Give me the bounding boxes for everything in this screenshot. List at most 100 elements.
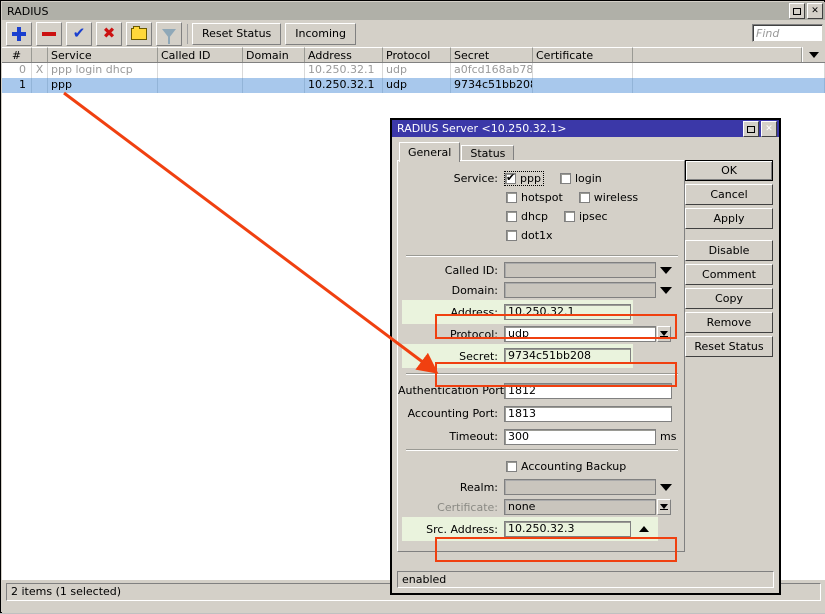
checkbox-icon: [506, 211, 517, 222]
checkbox-icon: [505, 171, 516, 185]
domain-input[interactable]: [504, 282, 656, 298]
certificate-dropdown-button[interactable]: [657, 499, 671, 515]
filter-button[interactable]: [156, 21, 182, 46]
cell-address: 10.250.32.1: [305, 63, 383, 78]
disable-button[interactable]: Disable: [685, 240, 773, 261]
filter-icon: [162, 29, 176, 44]
column-header-domain[interactable]: Domain: [243, 47, 305, 62]
cell-secret: 9734c51bb208: [451, 78, 533, 93]
maximize-icon: [793, 7, 801, 15]
cell-spacer: [633, 78, 825, 93]
service-dot1x-checkbox[interactable]: dot1x: [504, 229, 553, 242]
divider: [406, 449, 678, 451]
remove-button[interactable]: Remove: [685, 312, 773, 333]
cell-domain: [243, 78, 305, 93]
column-header-certificate[interactable]: Certificate: [533, 47, 633, 62]
accounting-backup-label: Accounting Backup: [521, 459, 627, 473]
domain-row: Domain:: [398, 280, 684, 300]
comment-button[interactable]: Comment: [685, 264, 773, 285]
secret-input[interactable]: 9734c51bb208: [504, 348, 631, 364]
column-header-protocol[interactable]: Protocol: [383, 47, 451, 62]
copy-button[interactable]: Copy: [685, 288, 773, 309]
radius-server-dialog: RADIUS Server <10.250.32.1> ✕ General St…: [390, 118, 781, 595]
protocol-dropdown-button[interactable]: [657, 326, 671, 342]
service-dot1x-label: dot1x: [521, 229, 553, 242]
protocol-input[interactable]: udp: [504, 326, 656, 342]
column-chooser-button[interactable]: [802, 47, 825, 62]
column-header-address[interactable]: Address: [305, 47, 383, 62]
service-ipsec-label: ipsec: [578, 210, 608, 223]
dialog-close-button[interactable]: ✕: [761, 121, 777, 137]
acct-port-input[interactable]: 1813: [504, 405, 672, 422]
secret-row: Secret: 9734c51bb208: [402, 344, 633, 368]
checkbox-icon: [506, 460, 517, 472]
src-address-input[interactable]: 10.250.32.3: [504, 521, 631, 537]
enable-button[interactable]: ✔: [66, 21, 92, 46]
timeout-input[interactable]: 300: [504, 428, 656, 445]
remove-button[interactable]: [36, 21, 62, 46]
timeout-row: Timeout: 300 ms: [398, 425, 684, 448]
service-ipsec-checkbox[interactable]: ipsec: [563, 210, 608, 223]
service-wireless-checkbox[interactable]: wireless: [578, 191, 639, 204]
dialog-action-buttons: OK Cancel Apply Disable Comment Copy Rem…: [685, 160, 773, 360]
cell-flag: X: [32, 63, 48, 78]
service-hotspot-checkbox[interactable]: hotspot: [504, 191, 563, 204]
src-address-row: Src. Address: 10.250.32.3: [402, 517, 658, 541]
reset-status-button[interactable]: Reset Status: [192, 22, 282, 45]
toolbar-separator: [187, 23, 188, 44]
chevron-down-icon[interactable]: [660, 266, 672, 274]
auth-port-input[interactable]: 1812: [504, 382, 672, 399]
chevron-down-icon[interactable]: [660, 483, 672, 491]
ok-button[interactable]: OK: [685, 160, 773, 181]
called-id-input[interactable]: [504, 262, 656, 278]
disable-button[interactable]: ✖: [96, 21, 122, 46]
column-header-num[interactable]: #: [2, 47, 32, 62]
incoming-button[interactable]: Incoming: [285, 22, 357, 45]
reset-status-button[interactable]: Reset Status: [685, 336, 773, 357]
table-row[interactable]: 1 ppp 10.250.32.1 udp 9734c51bb208: [2, 78, 825, 93]
service-ppp-checkbox[interactable]: ppp: [504, 171, 544, 186]
chevron-down-icon[interactable]: [660, 286, 672, 294]
accounting-backup-checkbox[interactable]: Accounting Backup: [504, 460, 626, 473]
close-button[interactable]: ✕: [807, 3, 823, 19]
dialog-title: RADIUS Server <10.250.32.1>: [397, 122, 567, 135]
add-button[interactable]: [6, 21, 32, 46]
checkbox-icon: [506, 230, 517, 241]
check-icon: ✔: [72, 24, 86, 42]
called-id-label: Called ID:: [444, 263, 498, 277]
service-dhcp-checkbox[interactable]: dhcp: [504, 210, 548, 223]
dialog-maximize-button[interactable]: [743, 121, 759, 137]
toolbar: ✔ ✖ Reset Status Incoming Find: [2, 20, 825, 47]
maximize-button[interactable]: [789, 3, 805, 19]
checkbox-icon: [563, 211, 575, 222]
certificate-input[interactable]: none: [504, 499, 656, 515]
cell-num: 1: [2, 78, 32, 93]
column-header-flags[interactable]: [32, 47, 48, 62]
checkbox-icon: [578, 192, 590, 203]
apply-button[interactable]: Apply: [685, 208, 773, 229]
cell-service: ppp: [48, 78, 158, 93]
timeout-label: Timeout:: [449, 430, 498, 443]
service-wireless-label: wireless: [593, 191, 639, 204]
checkbox-icon: [506, 192, 517, 203]
realm-row: Realm:: [398, 477, 684, 497]
tab-general[interactable]: General: [399, 142, 461, 162]
cross-icon: ✖: [102, 24, 116, 42]
cancel-button[interactable]: Cancel: [685, 184, 773, 205]
cell-called-id: [158, 63, 243, 78]
address-label: Address:: [450, 305, 498, 319]
realm-input[interactable]: [504, 479, 656, 495]
column-header-called-id[interactable]: Called ID: [158, 47, 243, 62]
checkbox-icon: [559, 173, 571, 184]
table-row[interactable]: 0 X ppp login dhcp 10.250.32.1 udp a0fcd…: [2, 63, 825, 78]
service-login-checkbox[interactable]: login: [559, 172, 602, 185]
chevron-up-icon[interactable]: [639, 526, 649, 532]
address-input[interactable]: 10.250.32.1: [504, 304, 631, 320]
list-header: # Service Called ID Domain Address Proto…: [2, 47, 825, 63]
column-header-secret[interactable]: Secret: [451, 47, 533, 62]
dialog-status-bar: enabled: [397, 571, 774, 588]
button-gap: [685, 232, 773, 240]
column-header-service[interactable]: Service: [48, 47, 158, 62]
find-input[interactable]: Find: [752, 24, 823, 42]
comment-button[interactable]: [126, 21, 152, 46]
